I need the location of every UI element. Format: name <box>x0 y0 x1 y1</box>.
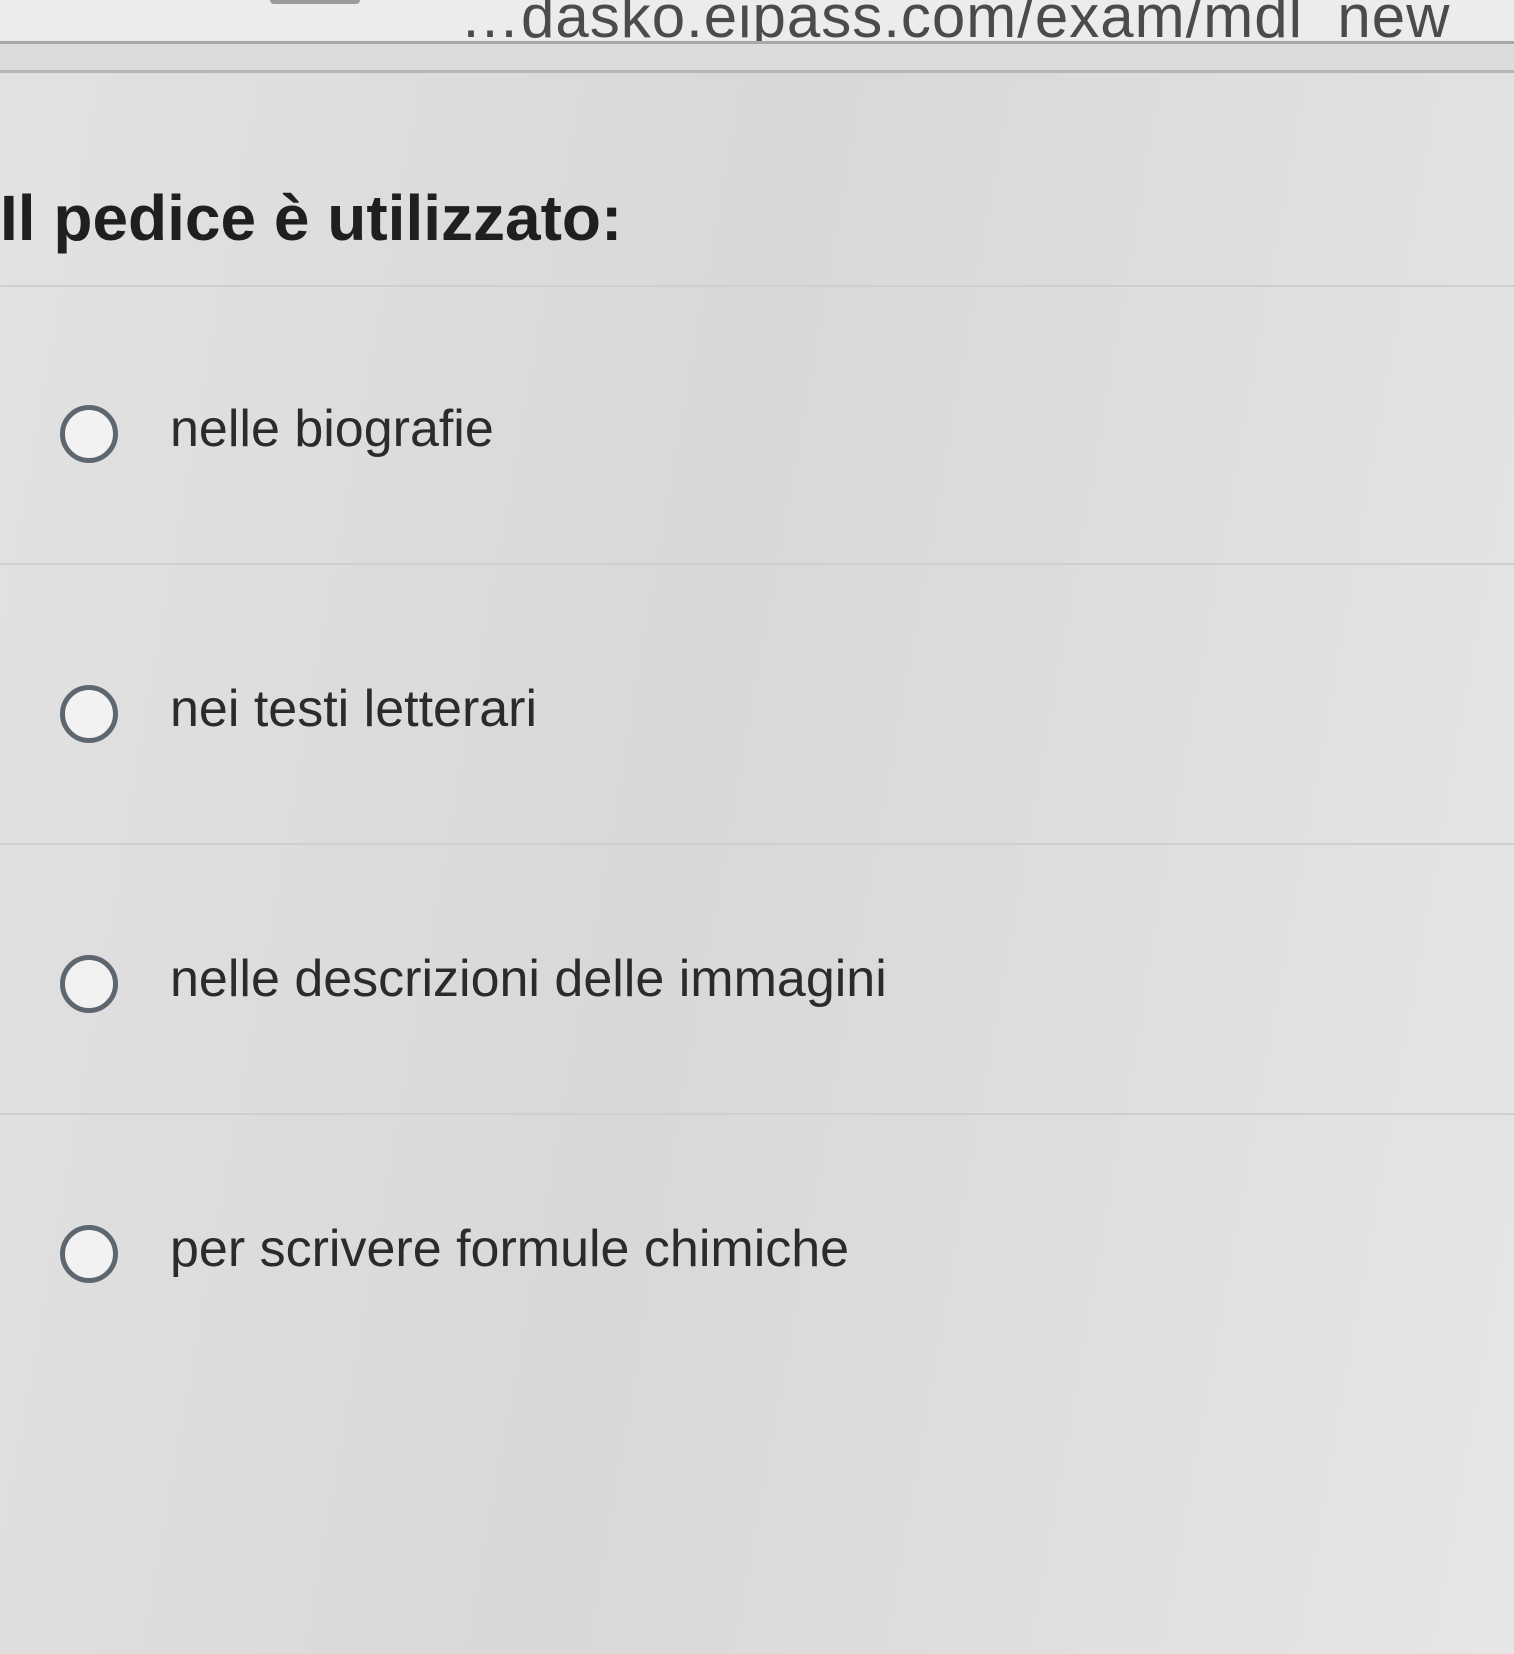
answer-option-3[interactable]: nelle descrizioni delle immagini <box>60 943 960 1033</box>
radio-button-icon[interactable] <box>60 1225 118 1283</box>
divider <box>0 285 1514 287</box>
answer-label: nelle biografie <box>170 400 494 458</box>
divider <box>0 1113 1514 1115</box>
answer-option-1[interactable]: nelle biografie <box>60 393 960 483</box>
url-text[interactable]: …dasko.eipass.com/exam/mdl_new <box>460 0 1450 41</box>
radio-button-icon[interactable] <box>60 955 118 1013</box>
question-text: Il pedice è utilizzato: <box>0 182 623 254</box>
address-bar[interactable]: …dasko.eipass.com/exam/mdl_new <box>0 0 1514 44</box>
answer-label: per scrivere formule chimiche <box>170 1220 850 1278</box>
answer-option-4[interactable]: per scrivere formule chimiche <box>60 1213 960 1303</box>
question-panel: Il pedice è utilizzato: nelle biografie … <box>0 73 1514 1654</box>
radio-button-icon[interactable] <box>60 685 118 743</box>
answer-label: nelle descrizioni delle immagini <box>170 950 887 1008</box>
answer-option-2[interactable]: nei testi letterari <box>60 673 960 763</box>
answer-label: nei testi letterari <box>170 680 538 738</box>
url-scheme-fragment <box>270 0 360 4</box>
divider <box>0 563 1514 565</box>
divider <box>0 843 1514 845</box>
radio-button-icon[interactable] <box>60 405 118 463</box>
